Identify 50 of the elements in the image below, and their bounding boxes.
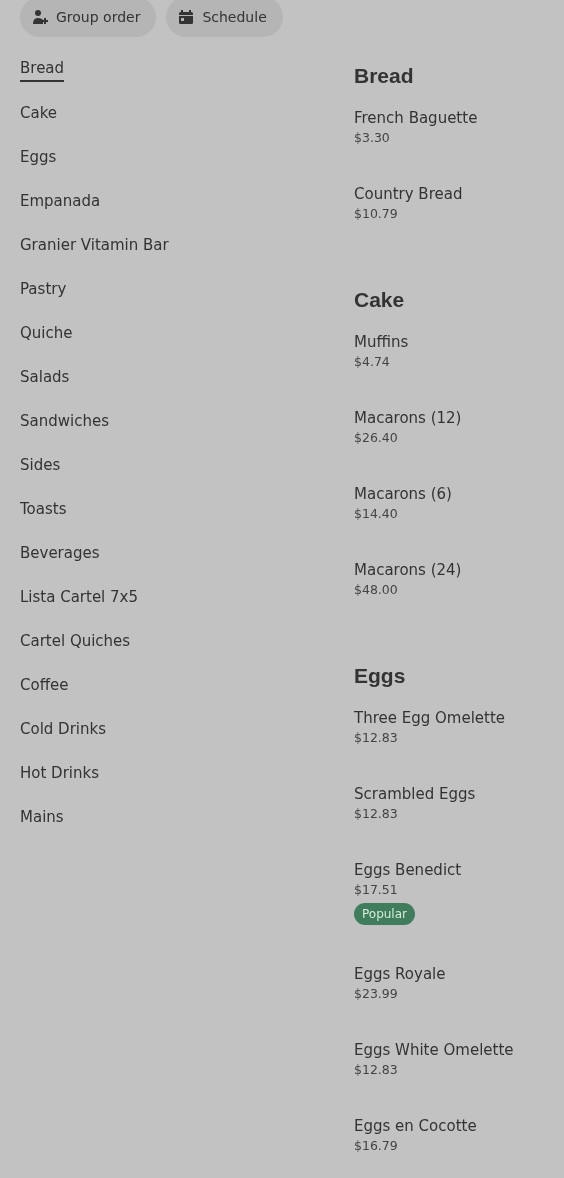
item-name[interactable]: Macarons (24)	[354, 559, 514, 581]
category-tab[interactable]: Salads	[20, 367, 70, 389]
calendar-icon	[178, 9, 195, 25]
category-tab[interactable]: Quiche	[20, 323, 73, 345]
category-tab[interactable]: Pastry	[20, 279, 67, 301]
section-heading: Cake	[354, 287, 406, 313]
category-tab[interactable]: Hot Drinks	[20, 763, 99, 785]
item-price: $17.51	[354, 881, 399, 899]
add-person-icon	[32, 9, 48, 25]
item-price: $4.74	[354, 353, 391, 371]
popular-badge: Popular	[354, 903, 415, 925]
item-price: $3.30	[354, 129, 391, 147]
category-tab[interactable]: Lista Cartel 7x5	[20, 587, 139, 609]
group-order-button[interactable]: Group order	[20, 0, 157, 37]
category-tab[interactable]: Eggs	[20, 147, 57, 169]
item-name[interactable]: Macarons (12)	[354, 407, 514, 429]
category-tab[interactable]: Mains	[20, 807, 64, 829]
category-tab[interactable]: Toasts	[20, 499, 67, 521]
category-tab[interactable]: Cold Drinks	[20, 719, 106, 741]
section-heading: Eggs	[354, 663, 407, 689]
item-price: $14.40	[354, 505, 399, 523]
category-tab[interactable]: Granier Vitamin Bar	[20, 235, 169, 257]
category-tab[interactable]: Sides	[20, 455, 61, 477]
category-tab[interactable]: Sandwiches	[20, 411, 109, 433]
item-name[interactable]: Macarons (6)	[354, 483, 514, 505]
category-tab[interactable]: Cake	[20, 103, 58, 125]
category-tab[interactable]: Beverages	[20, 543, 100, 565]
item-name[interactable]: Eggs Benedict	[354, 859, 514, 881]
section-heading: Bread	[354, 63, 415, 89]
item-price: $12.83	[354, 805, 399, 823]
item-price: $16.79	[354, 1137, 399, 1155]
item-name[interactable]: Country Bread	[354, 183, 514, 205]
item-name[interactable]: Muffins	[354, 331, 514, 353]
item-price: $12.83	[354, 729, 399, 747]
item-name[interactable]: Three Egg Omelette	[354, 707, 514, 729]
category-tab[interactable]: Coffee	[20, 675, 69, 697]
item-name[interactable]: French Baguette	[354, 107, 514, 129]
category-tab[interactable]: Empanada	[20, 191, 101, 213]
item-name[interactable]: Eggs White Omelette	[354, 1039, 514, 1061]
item-price: $12.83	[354, 1061, 399, 1079]
item-name[interactable]: Eggs Royale	[354, 963, 514, 985]
schedule-button[interactable]: Schedule	[166, 0, 283, 37]
item-name[interactable]: Eggs en Cocotte	[354, 1115, 514, 1137]
item-price: $26.40	[354, 429, 399, 447]
item-price: $10.79	[354, 205, 399, 223]
item-name[interactable]: Scrambled Eggs	[354, 783, 514, 805]
category-tab[interactable]: Bread	[20, 58, 65, 82]
category-tab[interactable]: Cartel Quiches	[20, 631, 131, 653]
item-price: $23.99	[354, 985, 399, 1003]
item-price: $48.00	[354, 581, 399, 599]
